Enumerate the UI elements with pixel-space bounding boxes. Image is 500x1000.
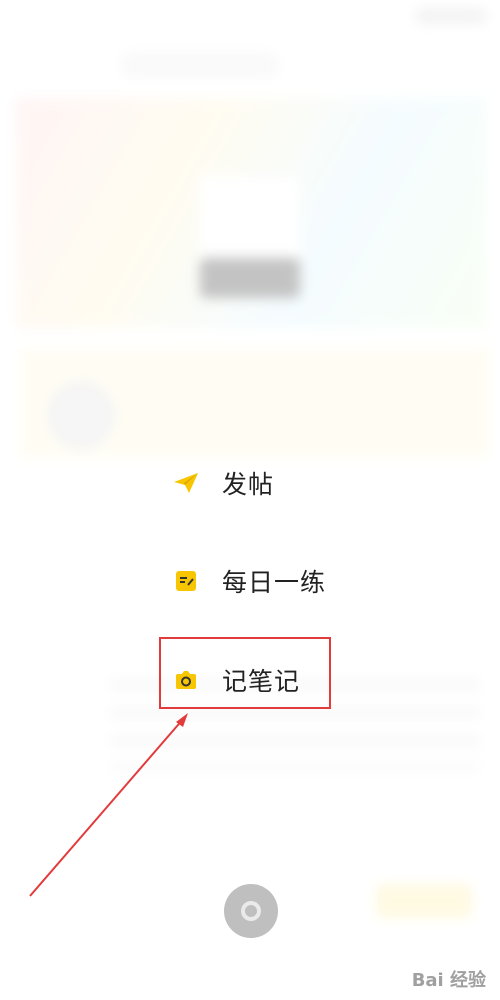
annotation-arrow — [29, 713, 188, 897]
close-icon — [241, 901, 261, 921]
watermark: Bai 经验 — [411, 970, 486, 991]
close-menu-button[interactable] — [224, 884, 278, 938]
